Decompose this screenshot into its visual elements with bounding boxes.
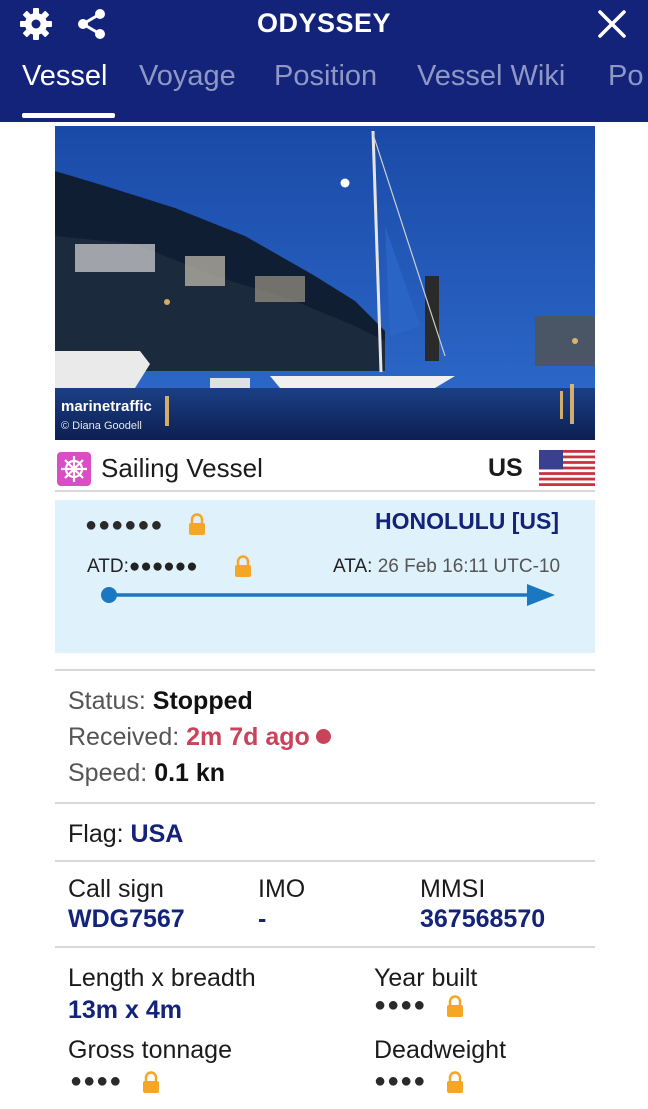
- divider: [55, 860, 595, 862]
- close-icon[interactable]: [594, 6, 630, 42]
- vessel-type-row: Sailing Vessel US: [55, 444, 595, 492]
- lock-icon[interactable]: [141, 1071, 161, 1093]
- tab-bar: Vessel Voyage Position Vessel Wiki Po: [0, 60, 648, 120]
- tab-partial[interactable]: Po: [608, 60, 643, 93]
- destination-port[interactable]: HONOLULU [US]: [375, 508, 559, 535]
- divider: [55, 802, 595, 804]
- ata-value: 26 Feb 16:11 UTC-10: [377, 556, 561, 577]
- year-built-masked: ●●●●: [374, 994, 427, 1016]
- speed-row: Speed: 0.1 kn: [68, 759, 225, 788]
- imo-value: -: [258, 905, 267, 933]
- call-sign-label: Call sign: [68, 875, 164, 903]
- vessel-photo[interactable]: marinetraffic © Diana Goodell: [55, 126, 595, 440]
- lock-icon[interactable]: [187, 513, 207, 535]
- atd-label: ATD:: [87, 556, 129, 577]
- flag-row: Flag: USA: [68, 820, 183, 849]
- divider: [55, 669, 595, 671]
- app-title: ODYSSEY: [256, 8, 392, 38]
- received-label: Received:: [68, 723, 180, 751]
- status-value: Stopped: [152, 687, 253, 715]
- photo-credit: © Diana Goodell: [61, 420, 142, 432]
- app-header: ODYSSEY Vessel Voyage Position Vessel Wi…: [0, 0, 648, 122]
- ata-row: ATA: 26 Feb 16:11 UTC-10: [333, 556, 560, 578]
- mmsi-label: MMSI: [420, 875, 486, 903]
- destination-arrow-icon: [527, 584, 555, 606]
- origin-marker: [101, 587, 117, 603]
- harbor-scene-image: [55, 126, 595, 440]
- mmsi-value: 367568570: [420, 905, 546, 933]
- flag-value: USA: [130, 820, 184, 848]
- country-code: US: [488, 454, 523, 482]
- vessel-type-label: Sailing Vessel: [101, 453, 263, 483]
- lock-icon[interactable]: [233, 555, 253, 577]
- active-tab-indicator: [22, 113, 115, 118]
- us-flag-icon: [539, 450, 595, 486]
- length-breadth-value: 13m x 4m: [68, 996, 182, 1024]
- deadweight-label: Deadweight: [374, 1036, 507, 1064]
- voyage-panel[interactable]: ●●●●●● HONOLULU [US] ATD:●●●●●● ATA: 26 …: [55, 500, 595, 653]
- gross-tonnage-label: Gross tonnage: [68, 1036, 232, 1064]
- year-built-label: Year built: [374, 964, 478, 992]
- lock-icon[interactable]: [445, 995, 465, 1017]
- status-dot-icon: [315, 729, 331, 744]
- tab-position[interactable]: Position: [274, 60, 377, 93]
- lock-icon[interactable]: [445, 1071, 465, 1093]
- origin-port-masked: ●●●●●●: [85, 514, 164, 536]
- tab-voyage[interactable]: Voyage: [139, 60, 236, 93]
- speed-label: Speed:: [68, 759, 148, 787]
- atd-masked: ●●●●●●: [128, 556, 198, 577]
- watermark: marinetraffic: [61, 398, 152, 415]
- deadweight-masked: ●●●●: [374, 1070, 427, 1092]
- divider: [55, 946, 595, 948]
- tab-vessel-wiki[interactable]: Vessel Wiki: [417, 60, 565, 93]
- received-row: Received: 2m 7d ago: [68, 723, 331, 752]
- length-breadth-label: Length x breadth: [68, 964, 256, 992]
- status-label: Status:: [68, 687, 146, 715]
- flag-label: Flag:: [68, 820, 124, 848]
- tab-vessel[interactable]: Vessel: [22, 60, 107, 93]
- status-row: Status: Stopped: [68, 687, 253, 716]
- call-sign-value: WDG7567: [68, 905, 185, 933]
- speed-value: 0.1 kn: [154, 759, 226, 787]
- imo-label: IMO: [258, 875, 306, 903]
- ata-label: ATA:: [333, 556, 373, 577]
- ship-wheel-icon: [57, 452, 91, 486]
- atd-row: ATD:●●●●●●: [87, 556, 198, 578]
- route-progress: [101, 584, 555, 606]
- gross-tonnage-masked: ●●●●: [70, 1070, 123, 1092]
- received-value: 2m 7d ago: [186, 723, 310, 751]
